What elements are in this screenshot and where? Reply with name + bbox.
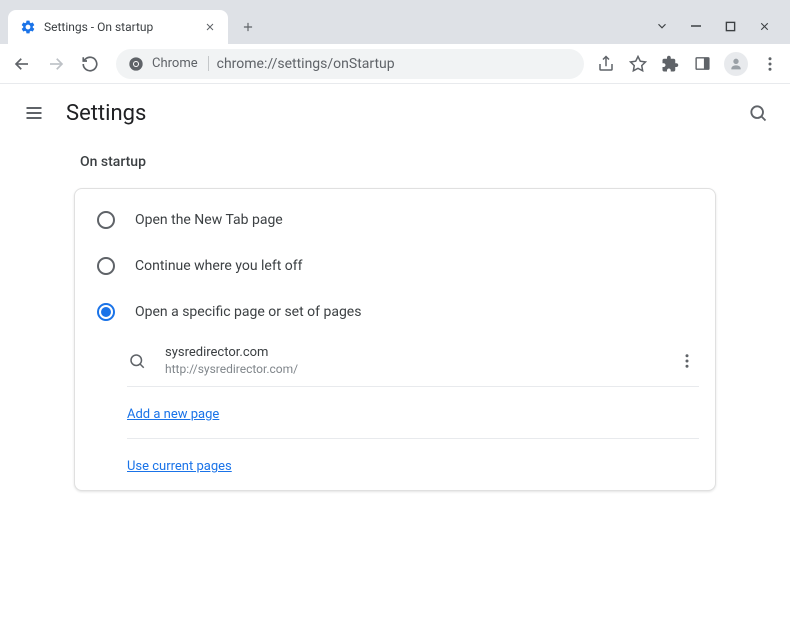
radio-unselected[interactable] (97, 257, 115, 275)
page-url-text: http://sysredirector.com/ (165, 362, 657, 376)
omnibox-label: Chrome (152, 56, 209, 71)
option-label: Open the New Tab page (135, 212, 283, 228)
bookmark-icon[interactable] (628, 54, 648, 74)
menu-icon[interactable] (22, 101, 46, 125)
page-row: sysredirector.com http://sysredirector.c… (127, 335, 699, 387)
option-continue[interactable]: Continue where you left off (75, 243, 715, 289)
radio-unselected[interactable] (97, 211, 115, 229)
use-current-link[interactable]: Use current pages (127, 459, 232, 474)
tab-title: Settings - On startup (44, 20, 194, 34)
share-icon[interactable] (596, 54, 616, 74)
chrome-logo-icon (128, 56, 144, 72)
add-page-link[interactable]: Add a new page (127, 407, 219, 422)
browser-tab[interactable]: Settings - On startup (8, 10, 228, 44)
startup-card: Open the New Tab page Continue where you… (74, 188, 716, 491)
chevron-down-icon[interactable] (654, 18, 670, 34)
option-label: Open a specific page or set of pages (135, 304, 361, 320)
new-tab-button[interactable] (234, 13, 262, 41)
search-icon[interactable] (746, 101, 770, 125)
omnibox[interactable]: Chrome chrome://settings/onStartup (116, 49, 584, 79)
settings-header: Settings (0, 84, 790, 142)
extensions-icon[interactable] (660, 54, 680, 74)
toolbar: Chrome chrome://settings/onStartup (0, 44, 790, 84)
content: On startup Open the New Tab page Continu… (0, 142, 790, 491)
close-icon[interactable] (202, 19, 218, 35)
section-title: On startup (80, 154, 716, 170)
radio-selected[interactable] (97, 303, 115, 321)
profile-avatar[interactable] (724, 52, 748, 76)
titlebar: Settings - On startup (0, 0, 790, 44)
page-menu-icon[interactable] (675, 349, 699, 373)
option-new-tab[interactable]: Open the New Tab page (75, 197, 715, 243)
back-button[interactable] (8, 50, 36, 78)
page-info: sysredirector.com http://sysredirector.c… (165, 345, 657, 376)
page-title-text: sysredirector.com (165, 345, 657, 360)
more-icon[interactable] (760, 54, 780, 74)
maximize-button[interactable] (722, 18, 738, 34)
globe-icon (127, 351, 147, 371)
sidepanel-icon[interactable] (692, 54, 712, 74)
toolbar-actions (596, 52, 780, 76)
gear-icon (20, 19, 36, 35)
add-page-row: Add a new page (127, 387, 699, 439)
minimize-button[interactable] (688, 18, 704, 34)
omnibox-url: chrome://settings/onStartup (217, 56, 395, 72)
reload-button[interactable] (76, 50, 104, 78)
page-title: Settings (66, 101, 146, 126)
forward-button[interactable] (42, 50, 70, 78)
close-window-button[interactable] (756, 18, 772, 34)
window-controls (654, 18, 790, 44)
option-specific-pages[interactable]: Open a specific page or set of pages (75, 289, 715, 335)
pages-list: sysredirector.com http://sysredirector.c… (127, 335, 699, 482)
use-current-row: Use current pages (127, 439, 699, 482)
option-label: Continue where you left off (135, 258, 303, 274)
